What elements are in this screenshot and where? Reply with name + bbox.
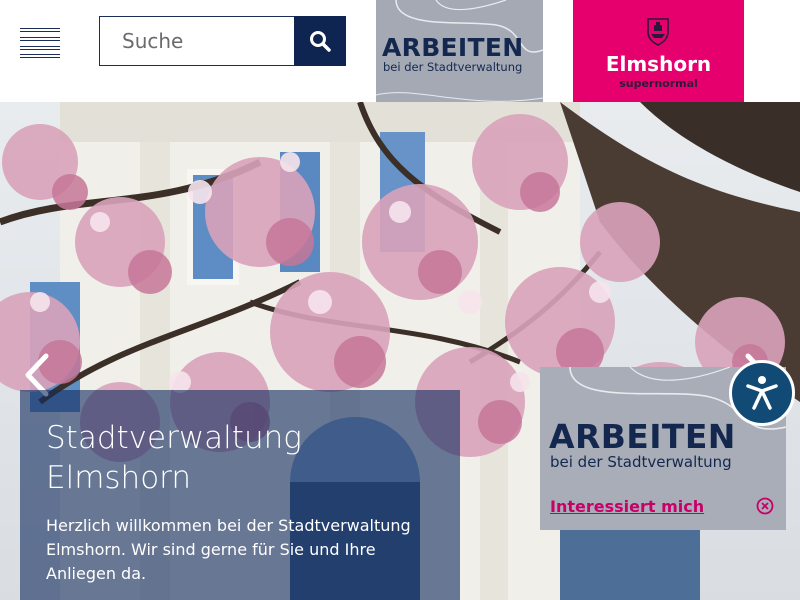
city-crest-icon	[647, 18, 669, 46]
arbeiten-subtitle: bei der Stadtverwaltung	[383, 60, 523, 74]
hero-title: Stadtverwaltung Elmshorn	[46, 420, 302, 496]
elmshorn-logo-link[interactable]: Elmshorn supernormal	[573, 0, 744, 111]
elmshorn-tagline: supernormal	[619, 77, 698, 90]
close-circle-icon[interactable]	[756, 497, 774, 515]
arbeiten-title: ARBEITEN	[382, 33, 524, 62]
accessibility-button[interactable]	[729, 360, 795, 426]
popup-title: ARBEITEN	[549, 417, 736, 456]
elmshorn-name: Elmshorn	[605, 52, 712, 76]
search-icon	[310, 30, 331, 52]
hero-text: Herzlich willkommen bei der Stadtverwalt…	[46, 516, 411, 583]
hamburger-menu-icon[interactable]	[20, 28, 60, 60]
search-input[interactable]	[100, 17, 296, 64]
hero-caption: Stadtverwaltung Elmshorn Herzlich willko…	[20, 390, 460, 600]
site-header: ARBEITEN bei der Stadtverwaltung Elmshor…	[0, 0, 800, 111]
search-form	[99, 15, 346, 66]
interested-link[interactable]: Interessiert mich	[550, 497, 704, 516]
search-button[interactable]	[294, 15, 346, 66]
arbeiten-banner-link[interactable]: ARBEITEN bei der Stadtverwaltung	[376, 0, 543, 111]
popup-subtitle: bei der Stadtverwaltung	[550, 453, 732, 471]
accessibility-icon	[746, 376, 778, 410]
